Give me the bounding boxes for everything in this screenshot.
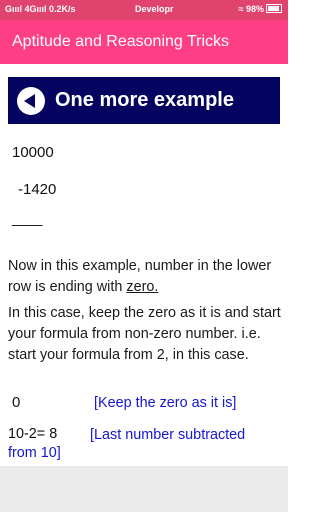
banner-title: One more example: [55, 89, 234, 111]
explanation-paragraph-2: In this case, keep the zero as it is and…: [8, 305, 281, 363]
footer-area: [0, 466, 288, 512]
battery-icon: [266, 4, 282, 13]
example-banner: One more example: [8, 77, 280, 124]
example-top-number: 10000: [12, 144, 54, 161]
step2-note-line2: from 10]: [8, 445, 61, 461]
example-separator-line: ____: [12, 210, 42, 227]
step1-note: [Keep the zero as it is]: [94, 395, 237, 411]
battery-status: ≈ 98%: [239, 4, 282, 14]
status-bar: Gıııl 4Gıııl 0.2K/s Developr ≈ 98%: [0, 0, 288, 20]
example-subtract-number: -1420: [18, 181, 57, 198]
app-title: Aptitude and Reasoning Tricks: [12, 33, 230, 50]
underlined-zero: zero.: [126, 279, 159, 295]
signal-speed: Gıııl 4Gıııl 0.2K/s: [5, 4, 76, 14]
step2-note-line1: [Last number subtracted: [90, 427, 246, 443]
step1-value: 0: [12, 394, 21, 411]
status-center-text: Developr: [135, 4, 174, 14]
back-arrow-icon[interactable]: [17, 86, 45, 115]
explanation-paragraph-1: Now in this example, number in the lower…: [8, 258, 272, 295]
step2-value: 10-2= 8: [8, 426, 58, 442]
app-bar: Aptitude and Reasoning Tricks: [0, 20, 288, 64]
